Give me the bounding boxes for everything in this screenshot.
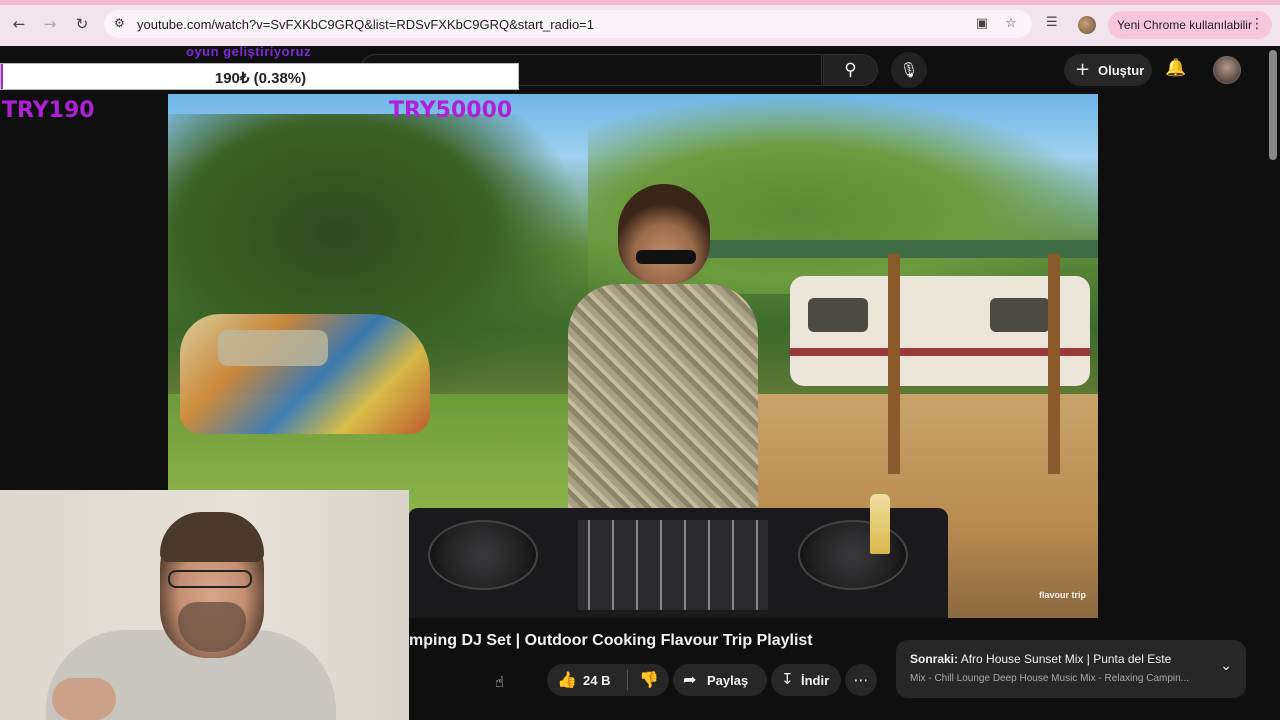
profile-avatar[interactable] [1078,16,1096,34]
like-count: 24 B [583,673,611,688]
scene-dj-controller [408,508,948,618]
download-button[interactable]: ↧ İndir [771,664,841,696]
hand-cursor-icon: ☝ [495,673,505,691]
up-next-prefix: Sonraki: [910,652,959,666]
up-next-title: Afro House Sunset Mix | Punta del Este [960,652,1172,666]
chrome-update-label: Yeni Chrome kullanılabilir [1117,18,1252,32]
plus-icon: + [1075,59,1091,80]
star-icon[interactable]: ☆ [1003,16,1019,32]
webcam-overlay [0,490,409,720]
dj-body [568,284,758,524]
channel-watermark: flavour trip [1038,590,1086,600]
install-icon[interactable]: ▣ [974,16,990,32]
donation-progress-bar: 190₺ (0.38%) [0,63,519,90]
more-icon: ⋯ [853,671,869,689]
address-bar[interactable]: ⚙ youtube.com/watch?v=SvFXKbC9GRQ&list=R… [104,10,1032,38]
tab-strip-edge [0,0,1280,5]
share-icon: ➦ [683,670,697,689]
create-label: Oluştur [1098,63,1145,78]
reload-icon[interactable]: ↻ [72,14,92,34]
chevron-down-icon[interactable]: ⌄ [1220,658,1232,674]
up-next-card[interactable]: Sonraki: Afro House Sunset Mix | Punta d… [896,640,1246,698]
back-icon[interactable]: ← [9,14,29,34]
scene-bottle [870,494,890,554]
scene-dj [568,184,758,524]
scene-pole [1048,254,1060,474]
page-scrollbar[interactable] [1266,46,1280,720]
streamer-hair [160,512,264,562]
download-label: İndir [801,673,830,688]
car-window [218,330,328,366]
scene-pole [888,254,900,474]
bell-icon[interactable]: 🔔 [1164,58,1188,82]
caravan-window [808,298,868,332]
caravan-window [990,298,1050,332]
dj-sunglasses [636,250,696,264]
streamer-glasses [168,570,252,588]
stream-overlay-tag: oyun geliştiriyoruz [186,44,312,59]
forward-icon[interactable]: → [40,14,60,34]
download-icon: ↧ [781,670,794,688]
chrome-update-pill[interactable]: Yeni Chrome kullanılabilir ⋮ [1108,11,1272,39]
donation-goal-amount: TRY50000 [389,98,513,123]
like-icon[interactable]: 👍 [557,670,577,689]
create-button[interactable]: + Oluştur [1064,54,1152,86]
up-next-subtitle: Mix - Chill Lounge Deep House Music Mix … [910,673,1189,684]
share-button[interactable]: ➦ Paylaş [673,664,767,696]
site-info-icon[interactable]: ⚙ [114,16,130,32]
search-icon[interactable]: ⚲ [823,54,878,86]
jog-wheel [798,520,908,590]
scrollbar-thumb[interactable] [1269,50,1277,160]
donation-progress-text: 190₺ (0.38%) [214,70,307,87]
scene-caravan [790,276,1090,386]
scene-painted-car [180,314,430,434]
video-title: mping DJ Set | Outdoor Cooking Flavour T… [409,632,813,649]
avatar[interactable] [1213,56,1241,84]
dj-head [618,184,710,284]
dislike-icon[interactable]: 👎 [639,670,659,689]
more-actions-button[interactable]: ⋯ [845,664,877,696]
streamer-hand [52,678,116,720]
kebab-menu-icon[interactable]: ⋮ [1250,16,1264,32]
jog-wheel [428,520,538,590]
media-icon[interactable]: ☰ [1046,15,1062,31]
browser-toolbar: ← → ↻ ⚙ youtube.com/watch?v=SvFXKbC9GRQ&… [0,0,1280,46]
like-divider [627,670,628,690]
caravan-stripe [790,348,1090,356]
like-dislike-group[interactable]: 👍 24 B 👎 [547,664,669,696]
scene-awning [708,240,1098,258]
share-label: Paylaş [707,673,749,688]
url-text[interactable]: youtube.com/watch?v=SvFXKbC9GRQ&list=RDS… [137,17,594,32]
donation-current-amount: TRY190 [2,98,95,123]
up-next-title-line: Sonraki: Afro House Sunset Mix | Punta d… [910,652,1171,666]
mic-icon[interactable]: 🎙 [891,52,927,88]
mixer-faders [578,520,768,610]
